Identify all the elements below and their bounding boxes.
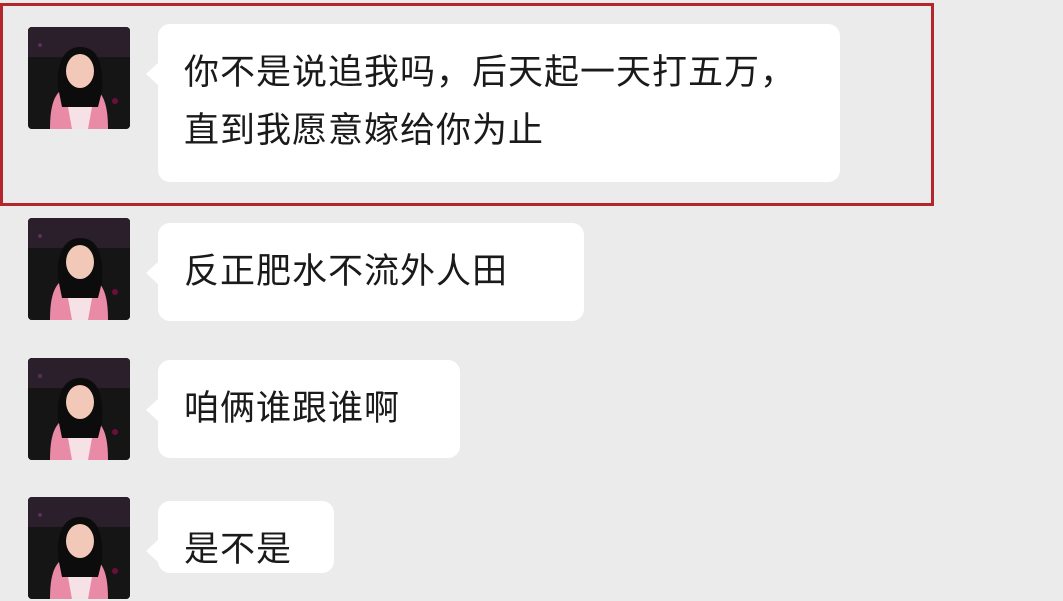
avatar[interactable] [28,497,130,599]
message-text: 是不是 [184,530,293,570]
message-row: 你不是说追我吗，后天起一天打五万，直到我愿意嫁给你为止 [0,24,1063,194]
chat-message-list: 你不是说追我吗，后天起一天打五万，直到我愿意嫁给你为止 反正肥水不流外人田 咱俩… [0,0,1063,599]
message-bubble[interactable]: 咱俩谁跟谁啊 [146,360,460,458]
message-text: 你不是说追我吗，后天起一天打五万，直到我愿意嫁给你为止 [184,53,797,151]
message-row: 咱俩谁跟谁啊 [0,358,1063,462]
avatar[interactable] [28,218,130,320]
avatar-image [28,358,130,460]
avatar[interactable] [28,27,130,129]
avatar-image [28,218,130,320]
avatar[interactable] [28,358,130,460]
message-text: 咱俩谁跟谁啊 [184,389,401,429]
message-bubble[interactable]: 反正肥水不流外人田 [146,223,584,321]
message-bubble[interactable]: 你不是说追我吗，后天起一天打五万，直到我愿意嫁给你为止 [146,24,840,182]
message-bubble[interactable]: 是不是 [146,501,334,573]
avatar-image [28,27,130,129]
avatar-image [28,497,130,599]
message-row: 是不是 [0,497,1063,601]
message-row: 反正肥水不流外人田 [0,218,1063,322]
message-text: 反正肥水不流外人田 [184,252,509,292]
